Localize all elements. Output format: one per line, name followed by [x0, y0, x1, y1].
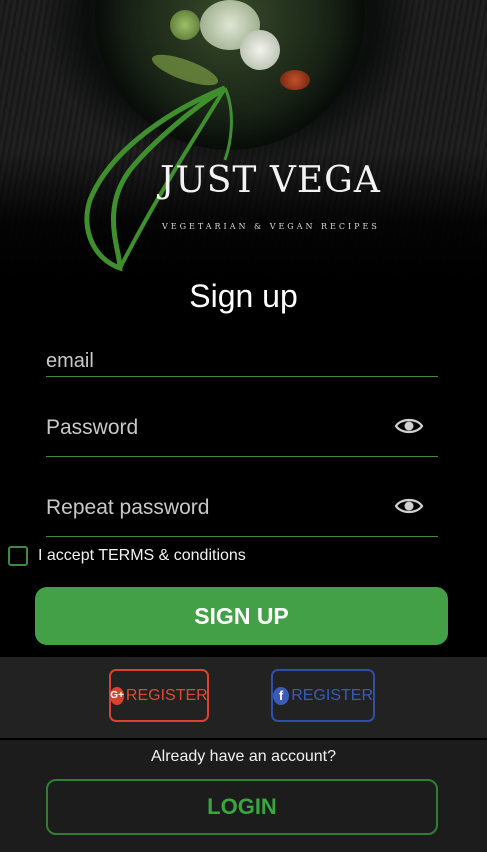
terms-label: I accept TERMS & conditions: [38, 547, 246, 564]
repeat-password-field: [46, 488, 438, 537]
sign-up-button[interactable]: SIGN UP: [35, 587, 448, 645]
facebook-icon: f: [273, 686, 290, 705]
email-field: [46, 346, 438, 377]
google-register-label: REGISTER: [125, 686, 208, 704]
facebook-register-label: REGISTER: [291, 686, 373, 704]
terms-row: I accept TERMS & conditions: [8, 545, 246, 567]
social-register-bar: G+ REGISTER f REGISTER: [0, 657, 487, 738]
google-plus-icon: G+: [110, 686, 124, 705]
email-input[interactable]: [46, 346, 376, 376]
brand-subtitle: VEGETARIAN & VEGAN RECIPES: [162, 222, 380, 231]
login-footer: Already have an account? LOGIN: [0, 740, 487, 852]
hero-image: JUST VEGA VEGETARIAN & VEGAN RECIPES: [0, 0, 487, 280]
facebook-register-button[interactable]: f REGISTER: [271, 669, 375, 722]
page-title: Sign up: [189, 278, 298, 314]
leaf-logo-icon: [84, 85, 233, 272]
brand-title: JUST VEGA: [160, 160, 381, 201]
password-field: [46, 408, 438, 457]
terms-checkbox[interactable]: [8, 546, 28, 566]
already-have-account-text: Already have an account?: [150, 748, 336, 765]
repeat-password-input[interactable]: [46, 488, 376, 528]
password-input[interactable]: [46, 408, 376, 448]
eye-icon[interactable]: [394, 496, 424, 516]
google-register-button[interactable]: G+ REGISTER: [109, 669, 209, 722]
eye-icon[interactable]: [394, 416, 424, 436]
login-button[interactable]: LOGIN: [46, 779, 438, 835]
